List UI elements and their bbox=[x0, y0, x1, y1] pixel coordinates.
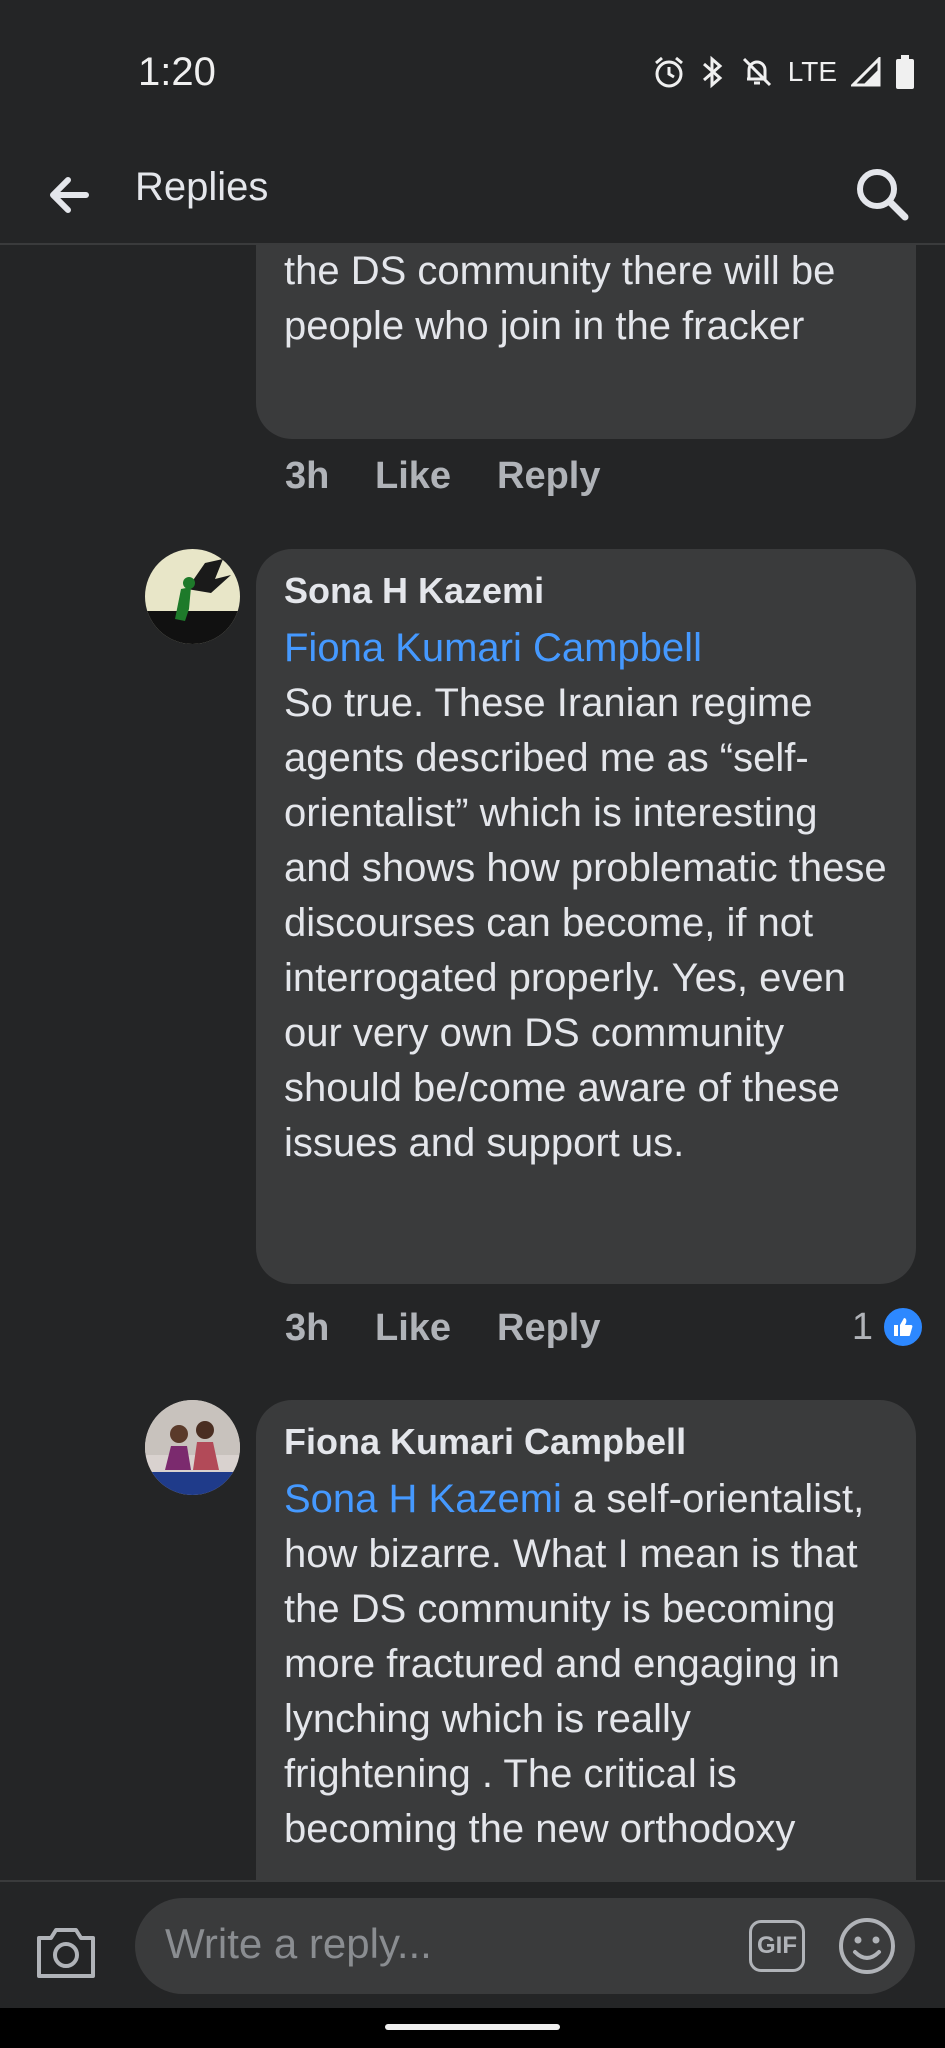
back-arrow-icon[interactable] bbox=[42, 167, 98, 223]
comment-text: So true. These Iranian regime agents des… bbox=[284, 681, 887, 1165]
camera-icon[interactable] bbox=[35, 1922, 97, 1980]
battery-icon bbox=[896, 55, 914, 89]
gif-label: GIF bbox=[757, 1932, 797, 1959]
thumbs-up-icon bbox=[881, 1305, 925, 1349]
like-button[interactable]: Like bbox=[375, 455, 497, 498]
replies-list[interactable]: need to stick together and even in the D… bbox=[0, 245, 945, 1880]
gif-icon[interactable]: GIF bbox=[749, 1920, 805, 1972]
like-button[interactable]: Like bbox=[375, 1307, 497, 1350]
mention-link[interactable]: Fiona Kumari Campbell bbox=[284, 626, 702, 670]
avatar[interactable] bbox=[145, 549, 240, 644]
status-icons: LTE bbox=[652, 52, 915, 92]
bluetooth-icon bbox=[702, 55, 722, 89]
comment-bubble[interactable]: need to stick together and even in the D… bbox=[256, 245, 916, 439]
comment-time: 3h bbox=[285, 455, 330, 497]
reaction-count: 1 bbox=[851, 1305, 873, 1348]
reply-button[interactable]: Reply bbox=[497, 1307, 600, 1350]
reply-button[interactable]: Reply bbox=[497, 455, 600, 498]
comment-bubble[interactable]: Fiona Kumari Campbell Sona H Kazemi a se… bbox=[256, 1400, 916, 1880]
comment-body: Fiona Kumari Campbell So true. These Iran… bbox=[284, 621, 888, 1171]
search-icon[interactable] bbox=[847, 159, 917, 229]
system-nav-bar bbox=[0, 2008, 945, 2048]
comment-actions: 3h Like Reply bbox=[285, 455, 600, 498]
emoji-icon[interactable] bbox=[837, 1916, 897, 1976]
comment-text: need to stick together and even in the D… bbox=[284, 249, 836, 348]
reply-input[interactable]: Write a reply... GIF bbox=[135, 1898, 915, 1994]
reply-composer: Write a reply... GIF bbox=[0, 1880, 945, 2010]
mention-link[interactable]: Sona H Kazemi bbox=[284, 1477, 562, 1521]
do-not-disturb-icon bbox=[742, 57, 771, 87]
comment-body: Sona H Kazemi a self-orientalist, how bi… bbox=[284, 1472, 888, 1857]
page-title: Replies bbox=[135, 165, 269, 209]
comment-actions: 3h Like Reply bbox=[285, 1307, 600, 1350]
signal-icon bbox=[851, 57, 881, 87]
comment-author[interactable]: Fiona Kumari Campbell bbox=[284, 1418, 888, 1466]
comment-bubble[interactable]: Sona H Kazemi Fiona Kumari Campbell So tr… bbox=[256, 549, 916, 1284]
reaction-summary[interactable]: 1 bbox=[852, 1305, 925, 1349]
avatar[interactable] bbox=[145, 1400, 240, 1495]
alarm-icon bbox=[654, 56, 683, 88]
network-label: LTE bbox=[787, 56, 837, 87]
status-bar: 1:20 LTE bbox=[0, 0, 945, 145]
reply-input-placeholder: Write a reply... bbox=[165, 1920, 432, 1967]
status-time: 1:20 bbox=[138, 50, 216, 94]
comment-text: a self-orientalist, how bizarre. What I … bbox=[284, 1477, 865, 1851]
comment-author[interactable]: Sona H Kazemi bbox=[284, 567, 888, 615]
home-indicator[interactable] bbox=[385, 2024, 560, 2030]
comment-time: 3h bbox=[285, 1307, 330, 1349]
app-bar: Replies bbox=[0, 145, 945, 245]
